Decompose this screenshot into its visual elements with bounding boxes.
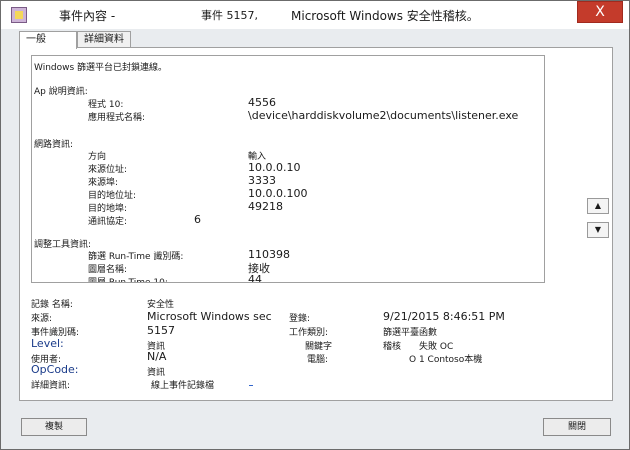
filter-row-label: 圖層 Run-Time 10: [88,278,168,283]
window-title: 事件內容 - [59,9,116,23]
user-value: N/A [147,350,167,363]
net-row-label: 來源埠: [88,178,119,188]
filter-row-value: 44 [248,273,262,283]
app-row-value: 4556 [248,96,276,109]
app-section-header: Ap 說明資訊: [34,87,88,97]
net-row-value: 49218 [248,200,283,213]
app-row-label: 程式 10: [88,100,124,110]
window-title-source: Microsoft Windows 安全性稽核。 [291,9,479,23]
net-row-label: 目的地位址: [88,191,137,201]
net-row-label: 方向 [88,152,107,162]
more-info-label: 詳細資訊: [31,381,71,391]
link-underline [249,385,253,386]
task-category-label: 工作類別: [289,328,329,338]
event-id-value: 5157 [147,324,175,337]
event-viewer-icon [11,7,27,23]
network-section-header: 網路資訊: [34,140,74,150]
app-row-value: \device\harddiskvolume2\documents\listen… [248,109,519,122]
source-value: Microsoft Windows sec [147,310,272,323]
task-category-value: 篩選平臺函數 [383,328,438,338]
event-properties-window: 事件內容 - 事件 5157, Microsoft Windows 安全性稽核。… [0,0,630,450]
app-row-label: 應用程式名稱: [88,113,146,123]
next-event-button[interactable]: ▼ [587,222,609,238]
copy-button[interactable]: 複製 [21,418,87,436]
net-row-label: 來源位址: [88,165,128,175]
net-row-value: 10.0.0.10 [248,161,301,174]
log-name-label: 記錄 名稱: [31,300,73,310]
computer-label: 電腦: [307,355,329,365]
close-window-button[interactable]: X [577,1,623,23]
tab-details[interactable]: 詳細資料 [77,31,131,48]
title-bar: 事件內容 - 事件 5157, Microsoft Windows 安全性稽核。… [1,1,629,29]
window-title-event: 事件 5157, [201,9,258,22]
online-help-link[interactable]: 線上事件記錄檔 [151,378,214,391]
log-name-value: 安全性 [147,300,175,310]
keywords-value: 稽核 [383,342,402,352]
source-label: 來源: [31,314,53,324]
filter-row-label: 圖層名稱: [88,265,128,275]
filter-row-label: 篩選 Run-Time 識別碼: [88,252,184,262]
previous-event-button[interactable]: ▲ [587,198,609,214]
net-row-value: 3333 [248,174,276,187]
keywords-label: 關鍵字 [305,342,333,352]
keywords-value-extra: 失敗 OC [419,342,454,352]
tab-general[interactable]: 一般 [19,31,77,49]
description-intro: Windows 篩選平台已封鎖連線。 [34,63,168,73]
close-button[interactable]: 關閉 [543,418,611,436]
net-row-label: 目的地埠: [88,204,128,214]
event-description-box[interactable]: Windows 篩選平台已封鎖連線。 Ap 說明資訊: 程式 10: 4556 … [31,55,545,283]
logged-value: 9/21/2015 8:46:51 PM [383,310,505,323]
filter-section-header: 調整工具資訊: [34,240,92,250]
logged-label: 登錄: [289,314,311,324]
level-label: Level: [31,337,64,350]
opcode-label: OpCode: [31,363,79,376]
opcode-value: 資訊 [147,368,166,378]
computer-value: O 1 Contoso本機 [409,355,483,365]
net-row-label: 通訊協定: [88,217,128,227]
net-row-value: 6 [194,213,201,226]
net-row-value: 10.0.0.100 [248,187,308,200]
